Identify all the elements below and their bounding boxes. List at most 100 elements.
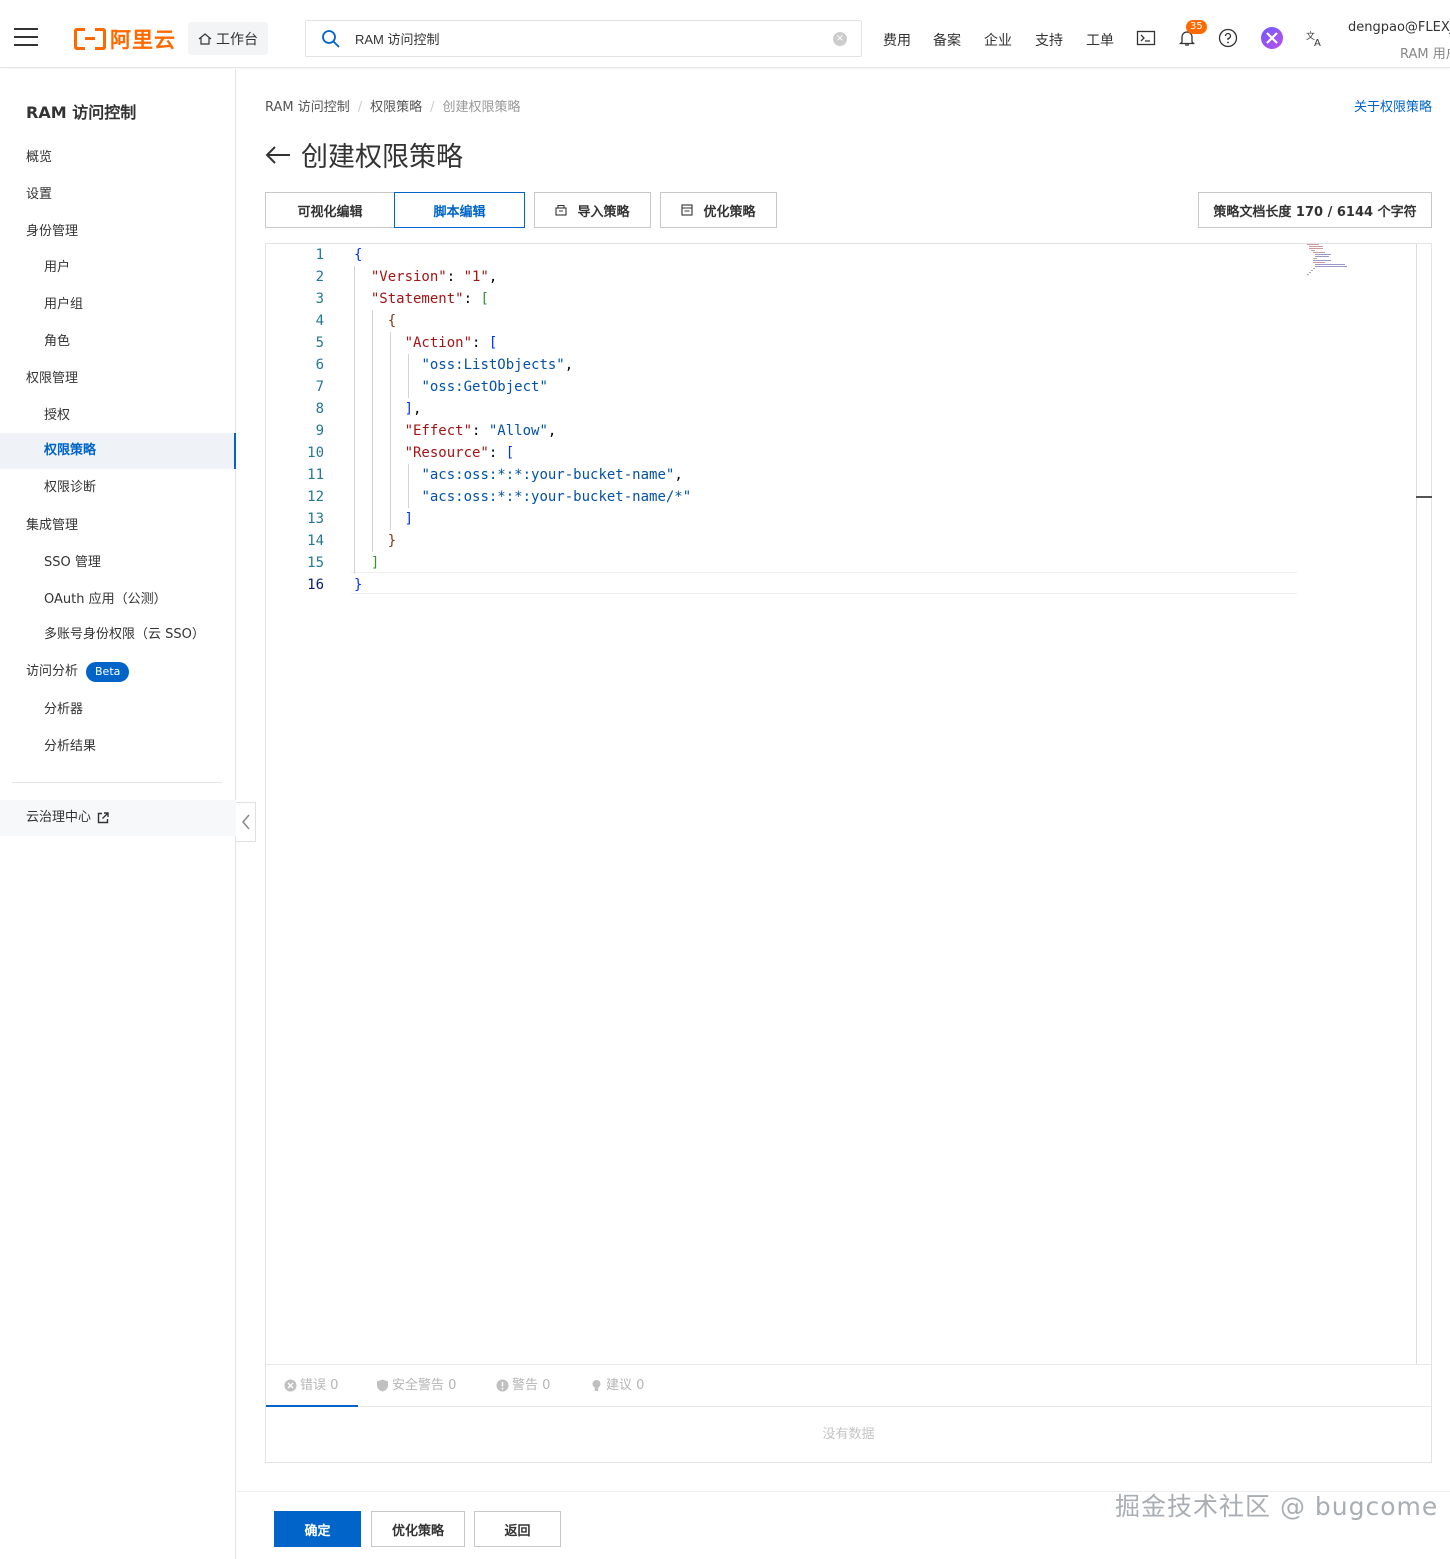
ai-assistant-icon[interactable] xyxy=(1260,26,1284,50)
page-title: 创建权限策略 xyxy=(301,142,463,173)
line-number: 7 xyxy=(315,379,324,395)
sidebar-item-oauth[interactable]: OAuth 应用（公测） xyxy=(0,582,236,618)
sidebar-item-results[interactable]: 分析结果 xyxy=(0,729,236,765)
code-line: } xyxy=(354,577,363,593)
sidebar-item-label: 用户组 xyxy=(44,297,84,312)
empty-state: 没有数据 xyxy=(822,1427,875,1442)
sidebar-item-policies[interactable]: 权限策略 xyxy=(0,433,236,469)
line-number: 3 xyxy=(315,291,324,307)
doc-length-text: 策略文档长度 170 / 6144 个字符 xyxy=(1213,204,1417,220)
sidebar-divider xyxy=(12,782,222,783)
tab-label: 可视化编辑 xyxy=(297,204,363,220)
sidebar-group-identity[interactable]: 身份管理 xyxy=(0,214,236,250)
sidebar-group-analysis[interactable]: 访问分析 Beta xyxy=(0,654,236,690)
suggestions-label: 建议 0 xyxy=(606,1378,645,1393)
user-type: RAM 用户 xyxy=(1400,47,1450,62)
nav-support[interactable]: 支持 xyxy=(1035,30,1063,50)
beta-badge: Beta xyxy=(86,661,130,682)
line-number: 15 xyxy=(307,555,324,571)
code-line: "oss:GetObject" xyxy=(421,379,548,395)
aliyun-logo[interactable]: 阿里云 xyxy=(74,24,176,54)
tab-visual-editor[interactable]: 可视化编辑 xyxy=(265,192,395,228)
sidebar-item-governance[interactable]: 云治理中心 xyxy=(0,800,236,836)
import-policy-button[interactable]: 导入策略 xyxy=(534,192,651,228)
help-icon[interactable] xyxy=(1218,28,1238,48)
line-number: 2 xyxy=(315,269,324,285)
line-number: 5 xyxy=(315,335,324,351)
sidebar-item-diagnosis[interactable]: 权限诊断 xyxy=(0,470,236,506)
terminal-icon[interactable] xyxy=(1136,28,1156,48)
sidebar-item-label: 角色 xyxy=(44,334,71,349)
about-policies-link[interactable]: 关于权限策略 xyxy=(1354,96,1432,115)
import-label: 导入策略 xyxy=(577,204,630,220)
tab-suggestions[interactable]: 建议 0 xyxy=(590,1365,644,1407)
lightbulb-icon xyxy=(592,1380,601,1391)
back-arrow-icon[interactable] xyxy=(265,145,291,165)
editor-scrollbar[interactable] xyxy=(1416,244,1417,1364)
code-line: "acs:oss:*:*:your-bucket-name/*" xyxy=(421,489,692,505)
sidebar-item-label: 分析器 xyxy=(44,702,84,717)
footer-optimize-button[interactable]: 优化策略 xyxy=(371,1511,465,1547)
current-line-highlight xyxy=(351,572,1297,594)
sidebar-item-overview[interactable]: 概览 xyxy=(0,140,236,176)
search-input[interactable] xyxy=(355,31,833,46)
sidebar-item-groups[interactable]: 用户组 xyxy=(0,287,236,323)
tab-errors[interactable]: 错误 0 xyxy=(266,1365,358,1407)
code-line: "acs:oss:*:*:your-bucket-name", xyxy=(421,467,683,483)
confirm-button[interactable]: 确定 xyxy=(274,1511,361,1547)
tab-security-warnings[interactable]: 安全警告 0 xyxy=(376,1365,456,1407)
optimize-icon xyxy=(681,204,694,216)
policy-code-editor[interactable]: 1{ 2 "Version": "1", 3 "Statement": [ 4 … xyxy=(265,243,1432,1463)
sidebar-item-label: OAuth 应用（公测） xyxy=(44,592,167,607)
errors-label: 错误 0 xyxy=(300,1378,339,1393)
code-line: "Resource": [ xyxy=(404,445,515,461)
optimize-policy-button[interactable]: 优化策略 xyxy=(660,192,777,228)
tab-script-editor[interactable]: 脚本编辑 xyxy=(394,192,525,228)
search-box[interactable]: × xyxy=(305,20,862,57)
username[interactable]: dengpao@FLEXJ xyxy=(1348,20,1450,35)
back-label: 返回 xyxy=(504,1523,531,1539)
sidebar-item-roles[interactable]: 角色 xyxy=(0,324,236,360)
error-icon xyxy=(284,1379,297,1392)
diagnostics-tabs: 错误 0 安全警告 0 警告 0 建议 0 xyxy=(266,1364,1431,1407)
line-number: 10 xyxy=(307,445,324,461)
sidebar-group-permissions[interactable]: 权限管理 xyxy=(0,361,236,397)
tab-warnings[interactable]: 警告 0 xyxy=(496,1365,550,1407)
sidebar-item-analyzer[interactable]: 分析器 xyxy=(0,692,236,728)
optimize-label: 优化策略 xyxy=(703,204,756,220)
breadcrumb-policies[interactable]: 权限策略 xyxy=(370,100,422,115)
nav-filing[interactable]: 备案 xyxy=(933,30,961,50)
page-title-row: 创建权限策略 xyxy=(265,135,463,174)
sidebar-item-sso[interactable]: SSO 管理 xyxy=(0,545,236,581)
clear-search-icon[interactable]: × xyxy=(833,31,847,46)
menu-icon[interactable] xyxy=(14,28,38,52)
sidebar-item-label: 权限策略 xyxy=(44,443,97,458)
line-number: 13 xyxy=(307,511,324,527)
sidebar-item-users[interactable]: 用户 xyxy=(0,250,236,286)
sidebar-group-integration[interactable]: 集成管理 xyxy=(0,508,236,544)
sidebar-item-grants[interactable]: 授权 xyxy=(0,398,236,434)
workbench-button[interactable]: 工作台 xyxy=(188,22,268,55)
breadcrumb-ram[interactable]: RAM 访问控制 xyxy=(265,100,350,115)
sidebar-item-cloud-sso[interactable]: 多账号身份权限（云 SSO） xyxy=(0,617,236,653)
code-minimap xyxy=(1307,244,1347,275)
sidebar-item-label: 多账号身份权限（云 SSO） xyxy=(44,627,205,642)
code-line: { xyxy=(387,313,397,329)
watermark: 掘金技术社区 @ bugcome xyxy=(1115,1492,1439,1521)
logo-text: 阿里云 xyxy=(110,28,176,52)
nav-enterprise[interactable]: 企业 xyxy=(984,30,1012,50)
nav-fees[interactable]: 费用 xyxy=(883,30,911,50)
line-number: 12 xyxy=(307,489,324,505)
translate-icon[interactable]: 文A xyxy=(1305,28,1325,48)
code-line: ], xyxy=(404,401,422,417)
back-button[interactable]: 返回 xyxy=(474,1511,561,1547)
svg-text:A: A xyxy=(1314,38,1321,48)
line-number: 1 xyxy=(315,247,324,263)
code-line: "Action": [ xyxy=(404,335,498,351)
sidebar-item-settings[interactable]: 设置 xyxy=(0,177,236,213)
code-line: "oss:ListObjects", xyxy=(421,357,574,373)
code-area[interactable]: 1{ 2 "Version": "1", 3 "Statement": [ 4 … xyxy=(266,244,1416,1364)
nav-ticket[interactable]: 工单 xyxy=(1086,30,1114,50)
import-icon xyxy=(555,204,568,216)
line-number: 4 xyxy=(315,313,324,329)
